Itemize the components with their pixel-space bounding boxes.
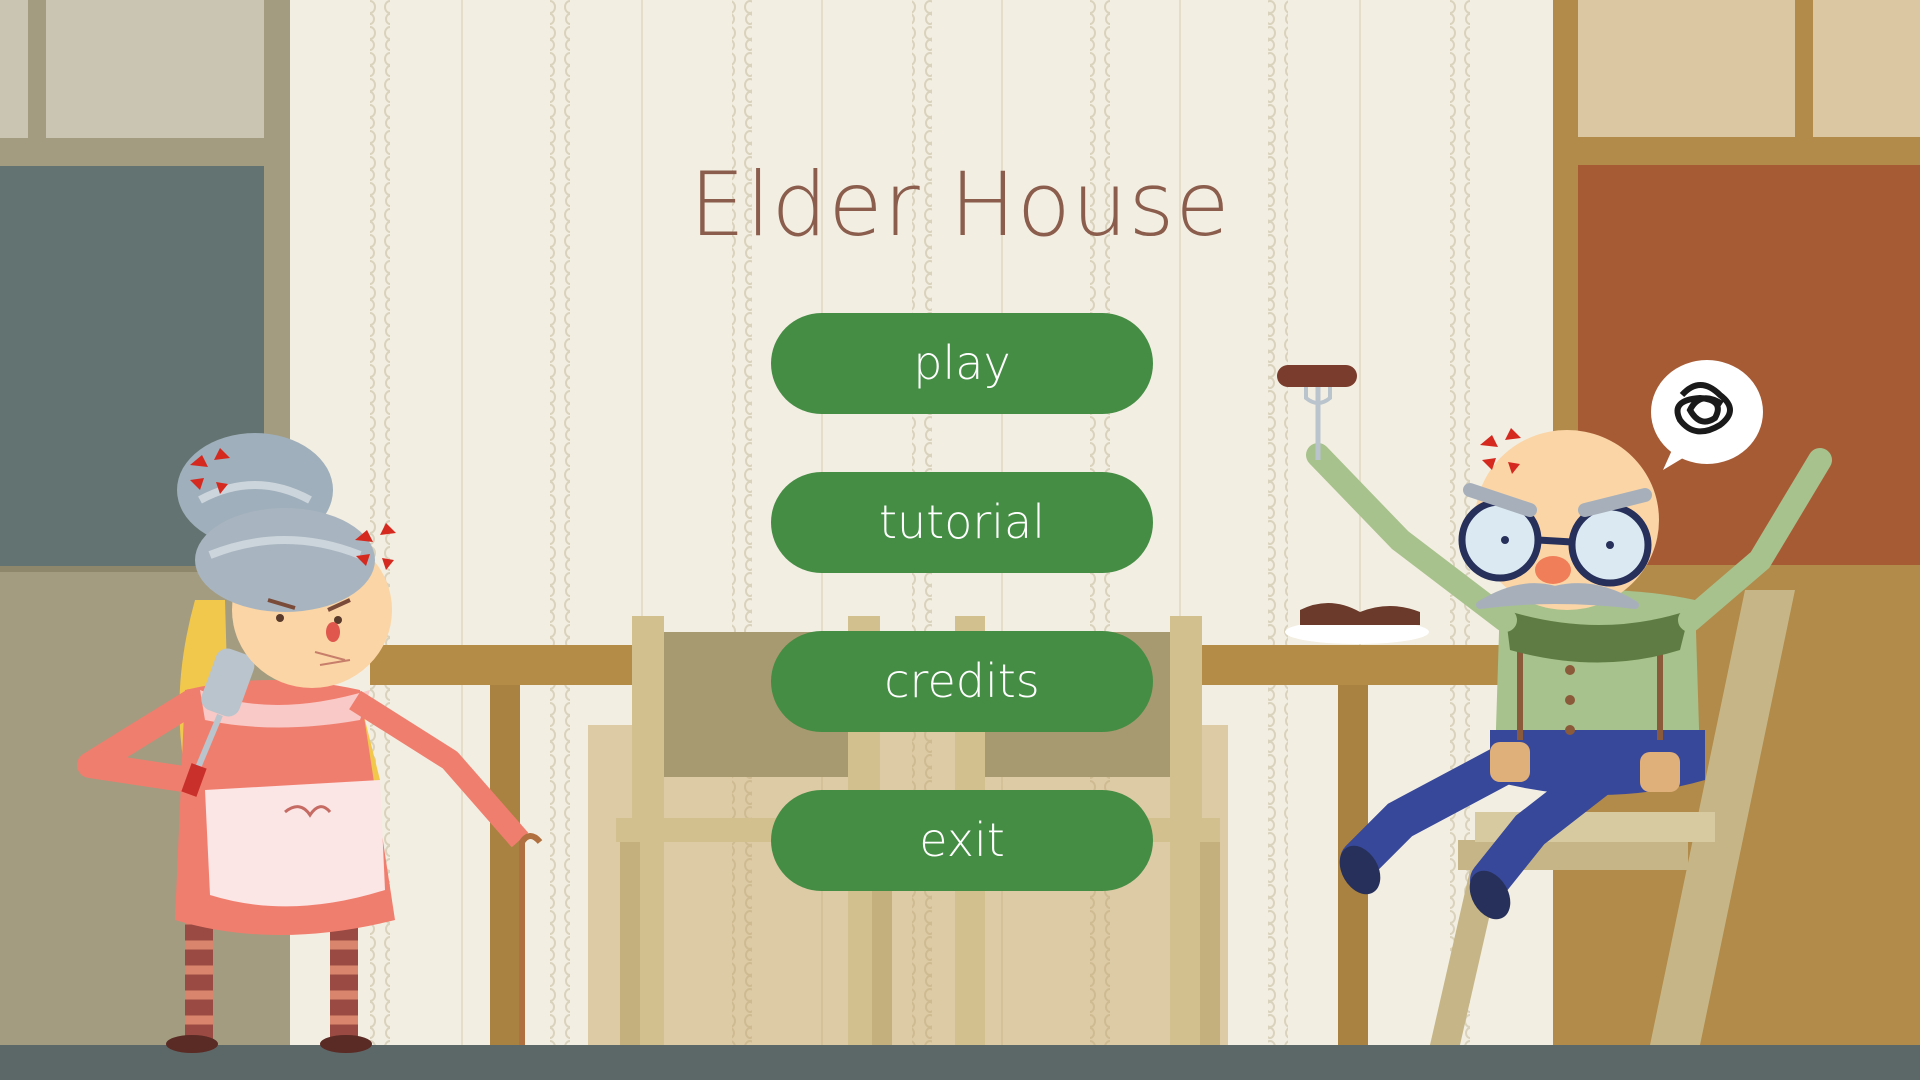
game-title: Elder House [689,153,1231,256]
play-button[interactable]: play [771,313,1153,414]
credits-button[interactable]: credits [771,631,1153,732]
main-menu: Elder House play tutorial credits exit [0,0,1920,1080]
tutorial-button[interactable]: tutorial [771,472,1153,573]
exit-button[interactable]: exit [771,790,1153,891]
